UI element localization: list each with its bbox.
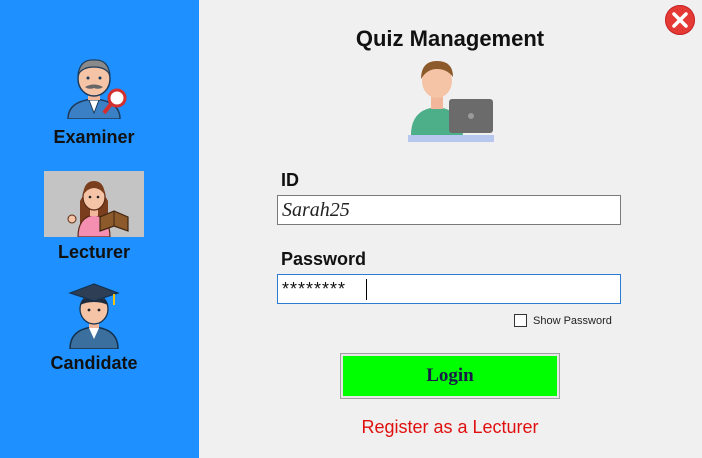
user-laptop-icon — [405, 57, 497, 145]
examiner-avatar-icon — [44, 53, 144, 120]
role-examiner-label: Examiner — [53, 127, 135, 147]
role-sidebar: Examiner Lecturer Candidate — [0, 0, 199, 458]
role-examiner[interactable]: Examiner — [0, 50, 188, 150]
role-candidate-label: Candidate — [50, 353, 138, 373]
register-lecturer-link[interactable]: Register as a Lecturer — [300, 417, 600, 438]
login-button-label: Login — [343, 356, 557, 396]
login-button[interactable]: Login — [340, 353, 560, 399]
lecturer-avatar-icon — [44, 171, 144, 238]
show-password-label: Show Password — [533, 314, 612, 327]
text-caret — [366, 279, 367, 300]
close-button[interactable] — [665, 5, 695, 35]
show-password-toggle[interactable]: Show Password — [514, 314, 612, 327]
close-icon — [672, 12, 688, 28]
page-title: Quiz Management — [355, 26, 545, 51]
password-input[interactable] — [277, 274, 621, 304]
role-candidate[interactable]: Candidate — [0, 283, 188, 378]
id-label: ID — [281, 170, 299, 190]
id-input[interactable] — [277, 195, 621, 225]
role-lecturer[interactable]: Lecturer — [0, 171, 188, 271]
role-lecturer-label: Lecturer — [57, 242, 131, 262]
candidate-avatar-icon — [44, 283, 144, 350]
password-label: Password — [281, 249, 367, 269]
show-password-checkbox[interactable] — [514, 314, 527, 327]
